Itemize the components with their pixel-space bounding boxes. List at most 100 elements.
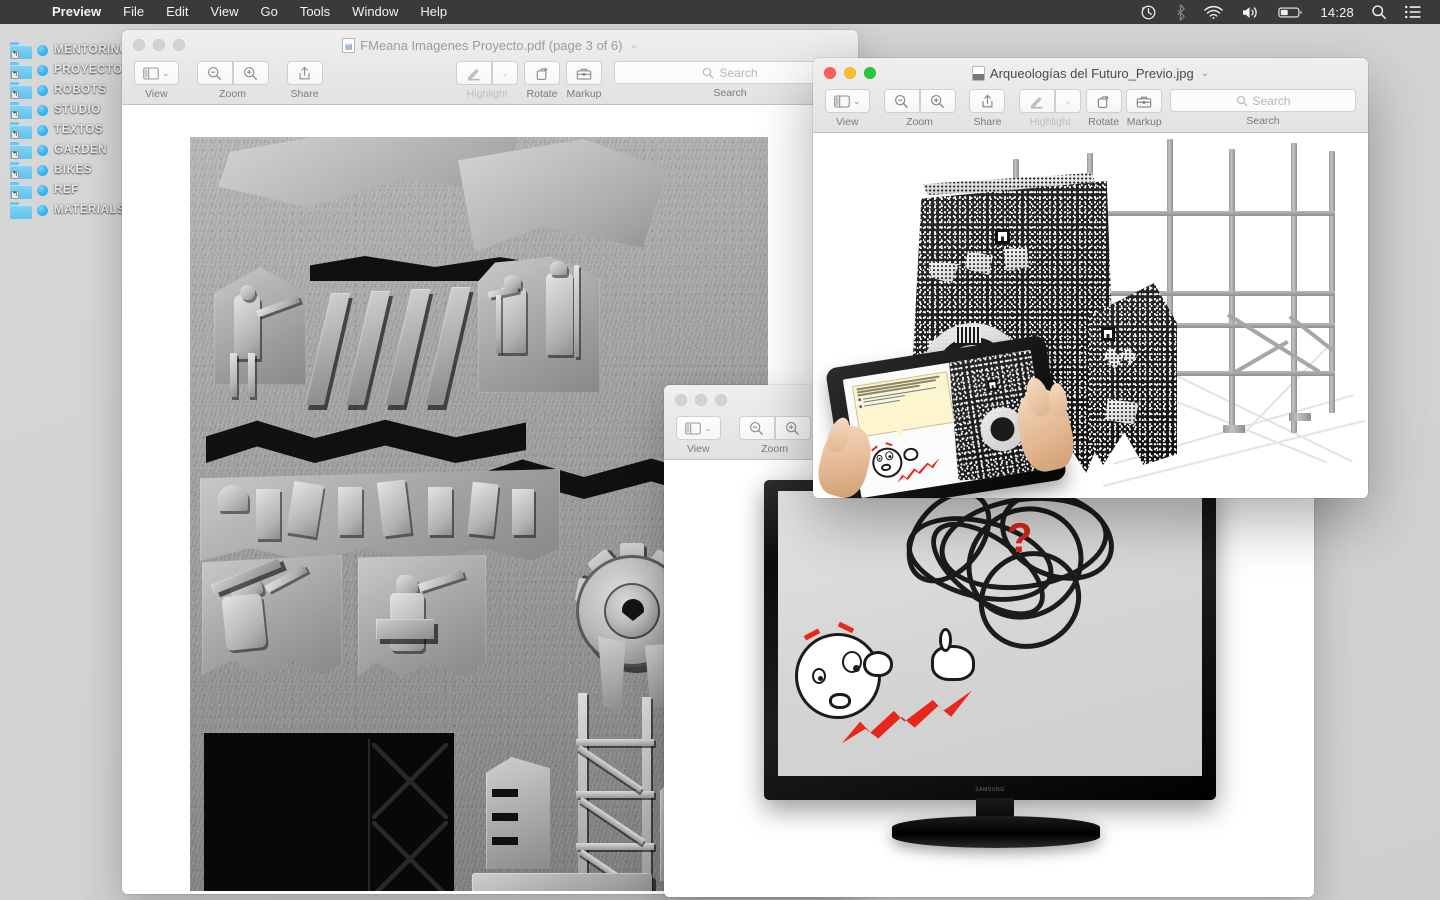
desktop-item-textos[interactable]: ↰ TEXTOS (0, 120, 130, 140)
desktop-item-robots[interactable]: ↰ ROBOTS (0, 80, 130, 100)
arq-highlight-group: ⌄ Highlight (1019, 89, 1081, 128)
zoom-in-button[interactable] (774, 416, 811, 440)
markup-button[interactable] (566, 61, 602, 85)
highlight-label: Highlight (1029, 116, 1071, 128)
highlight-button[interactable] (456, 61, 493, 85)
tag-dot-icon (37, 164, 48, 176)
menu-item-preview[interactable]: Preview (41, 0, 112, 24)
zoom-label: Zoom (761, 443, 788, 455)
rotate-button[interactable] (1085, 89, 1122, 113)
search-input[interactable]: Search (1170, 89, 1357, 112)
search-label: Search (713, 87, 747, 99)
list-icon[interactable] (1396, 0, 1430, 24)
pdf-window-chrome: ▤ FMeana Imagenes Proyecto.pdf (page 3 o… (122, 30, 858, 105)
minimize-button[interactable] (844, 67, 856, 79)
apple-logo-icon[interactable] (0, 0, 41, 24)
menu-item-file[interactable]: File (112, 0, 155, 24)
menu-item-edit[interactable]: Edit (155, 0, 199, 24)
wifi-icon[interactable] (1195, 0, 1232, 24)
zoom-in-button[interactable] (232, 61, 269, 85)
maximize-button[interactable] (715, 394, 727, 406)
tv-content-area[interactable]: ? SAMSUNG (664, 460, 1314, 897)
close-button[interactable] (824, 67, 836, 79)
desktop-item-mentoring[interactable]: ↰ MENTORING (0, 40, 130, 60)
bluetooth-icon[interactable] (1166, 0, 1195, 24)
battery-icon[interactable] (1269, 0, 1312, 24)
folder-alias-icon: ↰ (10, 181, 32, 199)
menu-item-go[interactable]: Go (249, 0, 288, 24)
share-button[interactable] (286, 61, 323, 85)
zoom-out-button[interactable] (883, 89, 920, 113)
zoom-in-button[interactable] (919, 89, 956, 113)
share-label: Share (973, 116, 1002, 128)
tag-dot-icon (37, 84, 48, 96)
folder-alias-icon: ↰ (10, 141, 32, 159)
desktop-item-ref[interactable]: ↰ REF (0, 180, 130, 200)
minimize-button[interactable] (695, 394, 707, 406)
desktop: Preview File Edit View Go Tools Window H… (0, 0, 1440, 900)
image-document-icon (971, 65, 985, 81)
view-label: View (686, 443, 710, 455)
markup-label: Markup (566, 88, 602, 100)
desktop-item-label: GARDEN (54, 144, 108, 156)
chevron-down-icon[interactable]: ⌄ (629, 40, 637, 51)
minimize-button[interactable] (153, 39, 165, 51)
arqueologias-photograph (813, 133, 1368, 498)
arq-titlebar[interactable]: Arqueologías del Futuro_Previo.jpg ⌄ (813, 58, 1368, 88)
assistant-balloon (851, 371, 955, 438)
menu-item-view[interactable]: View (200, 0, 250, 24)
desktop-icon-column: ↰ MENTORING ↰ PROYECTOS ↰ ROBOTS ↰ STUDI… (0, 40, 136, 220)
menu-bar-clock[interactable]: 14:28 (1312, 5, 1362, 20)
view-button[interactable]: ⌄ (134, 61, 179, 85)
arq-share-group: Share (969, 89, 1006, 128)
tv-photograph: ? SAMSUNG (664, 460, 1314, 897)
arq-content-area[interactable] (813, 133, 1368, 498)
search-icon[interactable] (1362, 0, 1396, 24)
pdf-titlebar[interactable]: ▤ FMeana Imagenes Proyecto.pdf (page 3 o… (122, 30, 858, 60)
window-arqueologias-preview[interactable]: Arqueologías del Futuro_Previo.jpg ⌄ ⌄ V… (813, 58, 1368, 498)
time-machine-icon[interactable] (1131, 0, 1166, 24)
television-body: ? SAMSUNG (764, 480, 1216, 800)
highlight-button (1019, 89, 1056, 113)
folder-alias-icon: ↰ (10, 121, 32, 139)
desktop-item-studio[interactable]: ↰ STUDIO (0, 100, 130, 120)
folder-alias-icon: ↰ (10, 41, 32, 59)
close-button[interactable] (133, 39, 145, 51)
folder-alias-icon: ↰ (10, 81, 32, 99)
tag-dot-icon (37, 104, 48, 116)
maximize-button[interactable] (864, 67, 876, 79)
rotate-button[interactable] (524, 61, 560, 85)
zoom-out-button[interactable] (196, 61, 233, 85)
desktop-item-garden[interactable]: ↰ GARDEN (0, 140, 130, 160)
close-button[interactable] (675, 394, 687, 406)
markup-button[interactable] (1126, 89, 1163, 113)
view-button[interactable]: ⌄ (676, 416, 721, 440)
menu-bar: Preview File Edit View Go Tools Window H… (0, 0, 1440, 24)
arq-traffic-lights (813, 67, 876, 79)
view-label: View (144, 88, 168, 100)
share-button[interactable] (969, 89, 1006, 113)
view-button[interactable]: ⌄ (825, 89, 870, 113)
maximize-button[interactable] (173, 39, 185, 51)
pdf-rotate-group: Rotate (524, 61, 560, 100)
folder-icon (10, 201, 32, 219)
desktop-item-proyectos[interactable]: ↰ PROYECTOS (0, 60, 130, 80)
menu-item-tools[interactable]: Tools (289, 0, 341, 24)
view-label: View (835, 116, 859, 128)
desktop-item-bikes[interactable]: ↰ BIKES (0, 160, 130, 180)
menu-item-help[interactable]: Help (409, 0, 458, 24)
pdf-toolbar: ⌄ View Zoom Share ⌄ Highlight Rotate Mar… (122, 60, 858, 104)
highlight-menu-button[interactable]: ⌄ (492, 61, 518, 85)
desktop-item-materials[interactable]: MATERIALS + (0, 200, 136, 220)
menu-item-window[interactable]: Window (341, 0, 409, 24)
tag-dot-icon (37, 44, 48, 56)
search-input[interactable]: Search (614, 61, 846, 84)
volume-icon[interactable] (1232, 0, 1269, 24)
zoom-out-button[interactable] (738, 416, 775, 440)
tv-brand-label: SAMSUNG (975, 786, 1005, 793)
highlight-menu-button: ⌄ (1055, 89, 1081, 113)
question-mark-icon: ? (1006, 513, 1033, 561)
arq-toolbar: ⌄ View Zoom Share ⌄ Highlight Rotate Mar… (813, 88, 1368, 132)
chevron-down-icon[interactable]: ⌄ (1201, 68, 1209, 79)
highlight-label: Highlight (466, 88, 508, 100)
